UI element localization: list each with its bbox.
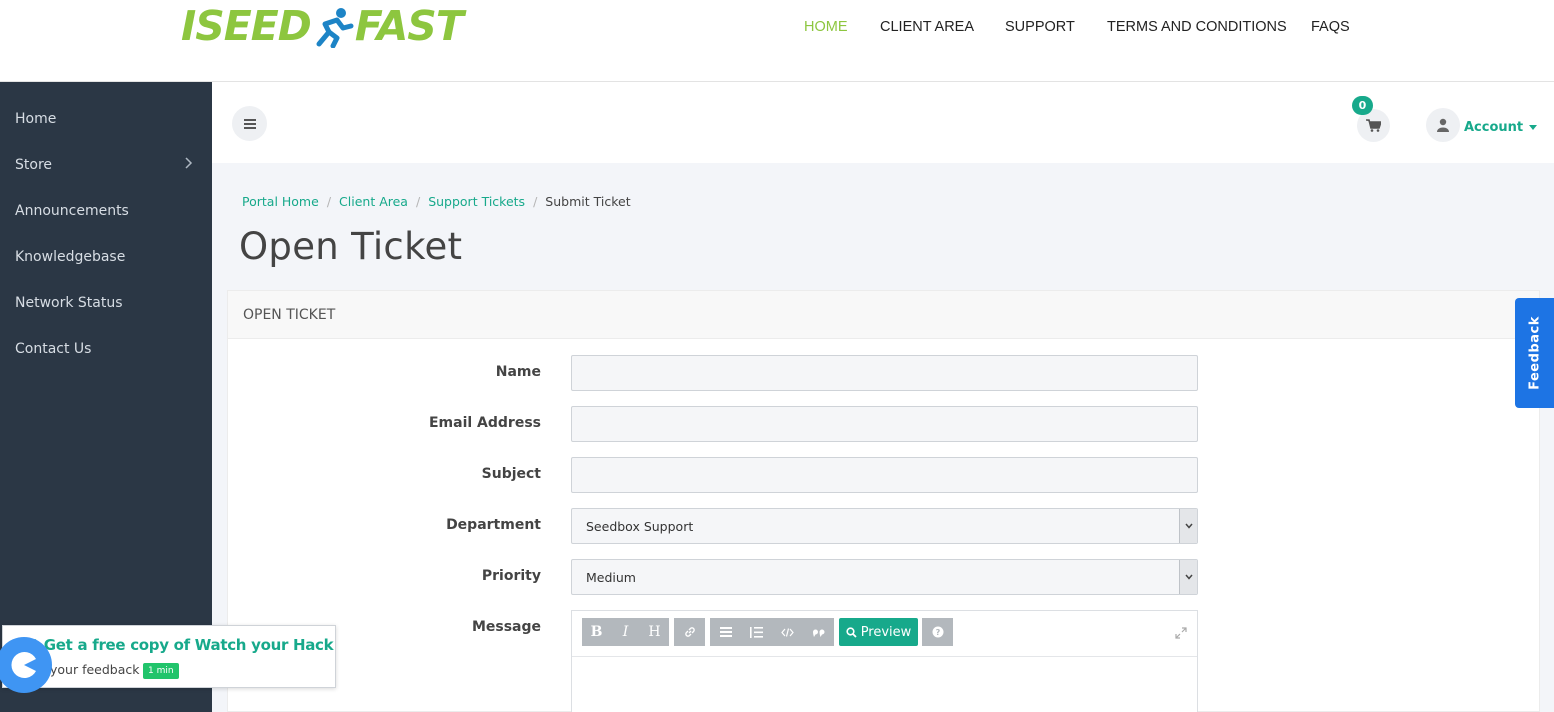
preview-label: Preview — [860, 624, 912, 640]
promo-title: t Get a free copy of Watch your Hack — [32, 636, 334, 654]
sidebar-item-label: Store — [15, 157, 53, 173]
cart-count-badge: 0 — [1352, 96, 1373, 115]
subject-field[interactable] — [571, 457, 1198, 493]
email-label: Email Address — [428, 415, 541, 431]
feedback-tab[interactable]: Feedback — [1515, 298, 1554, 408]
editor-toolbar: B I H Preview ? — [572, 611, 1197, 657]
topnav-faqs[interactable]: FAQS — [1311, 19, 1350, 35]
site-header: ISEED FAST HOME CLIENT AREA SUPPORT TERM… — [0, 0, 1554, 82]
sidebar-item-contact-us[interactable]: Contact Us — [15, 341, 91, 357]
chevron-down-icon — [1179, 560, 1197, 594]
breadcrumb-portal-home[interactable]: Portal Home — [242, 194, 319, 209]
chevron-right-icon — [185, 157, 193, 173]
topnav-terms[interactable]: TERMS AND CONDITIONS — [1107, 19, 1287, 35]
pacman-icon — [11, 652, 37, 678]
department-select[interactable]: Seedbox Support — [571, 508, 1198, 544]
account-menu-button[interactable]: Account — [1464, 120, 1538, 135]
panel-header: OPEN TICKET — [228, 291, 1539, 339]
sidebar: Home Store Announcements Knowledgebase N… — [0, 82, 212, 712]
breadcrumb-separator: / — [533, 194, 538, 209]
user-icon[interactable] — [1426, 108, 1460, 142]
caret-down-icon — [1529, 125, 1538, 130]
question-circle-icon: ? — [932, 626, 943, 638]
bullet-list-button[interactable] — [710, 618, 741, 646]
help-button[interactable]: ? — [922, 618, 953, 646]
content-toolbar: 0 Account — [212, 82, 1554, 163]
subject-label: Subject — [481, 466, 541, 482]
breadcrumb-current: Submit Ticket — [545, 194, 631, 209]
heading-button[interactable]: H — [640, 618, 669, 646]
sidebar-item-store[interactable]: Store — [15, 157, 203, 173]
code-icon — [781, 627, 794, 637]
panel-title: OPEN TICKET — [243, 307, 336, 323]
priority-label: Priority — [481, 568, 541, 584]
feedback-tab-label: Feedback — [1527, 316, 1542, 390]
promo-time-badge: 1 min — [143, 663, 179, 679]
preview-button[interactable]: Preview — [839, 618, 918, 646]
department-label: Department — [446, 517, 541, 533]
link-icon — [684, 627, 695, 637]
ordered-list-icon — [750, 626, 763, 638]
email-field[interactable] — [571, 406, 1198, 442]
name-field[interactable] — [571, 355, 1198, 391]
priority-value: Medium — [586, 570, 636, 585]
topnav-home[interactable]: HOME — [804, 19, 848, 35]
promo-widget[interactable]: t Get a free copy of Watch your Hack you… — [2, 625, 336, 688]
quote-button[interactable] — [803, 618, 834, 646]
name-label: Name — [495, 364, 541, 380]
breadcrumb-separator: / — [415, 194, 421, 209]
message-editor: B I H Preview ? — [571, 610, 1198, 712]
open-ticket-panel: OPEN TICKET Name Email Address Subject D… — [227, 290, 1540, 712]
topnav-client-area[interactable]: CLIENT AREA — [880, 19, 974, 35]
quote-icon — [812, 629, 824, 637]
department-value: Seedbox Support — [586, 519, 694, 534]
top-navigation: HOME CLIENT AREA SUPPORT TERMS AND CONDI… — [0, 19, 1554, 37]
link-button[interactable] — [674, 618, 705, 646]
account-label: Account — [1464, 120, 1524, 135]
svg-text:?: ? — [935, 628, 940, 637]
shopping-cart-icon — [1366, 119, 1381, 132]
breadcrumb-separator: / — [326, 194, 332, 209]
numbered-list-button[interactable] — [741, 618, 772, 646]
priority-select[interactable]: Medium — [571, 559, 1198, 595]
sidebar-item-network-status[interactable]: Network Status — [15, 295, 123, 311]
list-icon — [719, 627, 732, 637]
sidebar-item-home[interactable]: Home — [15, 111, 56, 127]
page-title: Open Ticket — [239, 225, 463, 268]
chevron-down-icon — [1179, 509, 1197, 543]
code-button[interactable] — [772, 618, 803, 646]
sidebar-item-announcements[interactable]: Announcements — [15, 203, 129, 219]
search-icon — [846, 626, 857, 638]
fullscreen-expand-icon[interactable] — [1175, 624, 1187, 643]
sidebar-item-knowledgebase[interactable]: Knowledgebase — [15, 249, 125, 265]
breadcrumb: Portal Home / Client Area / Support Tickets /… — [242, 194, 631, 209]
promo-subtitle: your feedback — [50, 662, 140, 677]
main-content: 0 Account Portal Home / Client Area / Suppor… — [212, 82, 1554, 712]
italic-button[interactable]: I — [611, 618, 640, 646]
topnav-support[interactable]: SUPPORT — [1005, 19, 1075, 35]
breadcrumb-client-area[interactable]: Client Area — [339, 194, 408, 209]
hamburger-icon — [243, 118, 256, 129]
bold-button[interactable]: B — [582, 618, 611, 646]
hamburger-menu-button[interactable] — [232, 106, 267, 141]
breadcrumb-support-tickets[interactable]: Support Tickets — [428, 194, 525, 209]
